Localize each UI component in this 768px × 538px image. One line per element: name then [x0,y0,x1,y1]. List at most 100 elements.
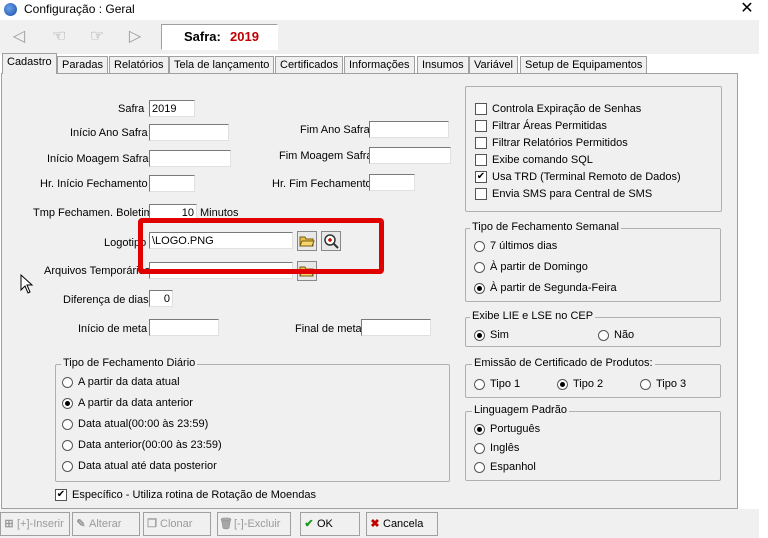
inicio-de-meta-input[interactable] [149,319,219,336]
fechamento-diario-radio-5[interactable] [62,461,73,472]
linguagem-radio-portugues[interactable] [474,424,485,435]
linguagem-title: Linguagem Padrão [472,404,569,416]
linguagem-option-ingles: Inglês [490,442,520,454]
fechamento-semanal-title: Tipo de Fechamento Semanal [470,221,621,233]
fechamento-diario-radio-1[interactable] [62,377,73,388]
fechamento-diario-option-2: A partir da data anterior [78,397,193,409]
trash-icon: 🗑 [219,518,233,530]
emissao-certificado-radio-3[interactable] [640,379,651,390]
linguagem-radio-ingles[interactable] [474,443,485,454]
inserir-button-label: [+]-Inserir [17,518,64,530]
fechamento-semanal-option-1: 7 últimos dias [490,240,558,252]
especifico-label: Específico - Utiliza rotina de Rotação d… [72,489,316,501]
hr-inicio-fechamento-input[interactable] [149,175,195,192]
toolbar [0,20,768,54]
cancel-x-icon: ✖ [370,518,380,530]
fechamento-diario-radio-2[interactable] [62,398,73,409]
emissao-certificado-radio-2[interactable] [557,379,568,390]
app-icon [4,3,17,16]
edit-icon: ✎ [76,518,86,530]
final-de-meta-input[interactable] [361,319,431,336]
tab-certificados[interactable]: Certificados [275,56,344,74]
checkbox-label-controla-expiracao: Controla Expiração de Senhas [492,103,642,115]
clonar-button-label: Clonar [160,518,193,530]
tab-relatorios[interactable]: Relatórios [109,56,169,74]
emissao-certificado-radio-1[interactable] [474,379,485,390]
checkbox-label-envia-sms: Envia SMS para Central de SMS [492,188,653,200]
checkbox-filtrar-relatorios[interactable] [475,137,487,149]
tab-paradas[interactable]: Paradas [57,56,108,74]
inicio-moagem-safra-input[interactable] [149,150,231,167]
checkbox-envia-sms[interactable] [475,188,487,200]
fim-ano-safra-label: Fim Ano Safra [300,124,370,136]
exibe-lie-title: Exibe LIE e LSE no CEP [470,310,596,322]
alterar-button[interactable]: ✎ Alterar [72,512,140,536]
alterar-button-label: Alterar [89,518,122,530]
checkbox-controla-expiracao[interactable] [475,103,487,115]
checkbox-label-filtrar-relatorios: Filtrar Relatórios Permitidos [492,137,628,149]
linguagem-radio-espanhol[interactable] [474,462,485,473]
fechamento-semanal-radio-2[interactable] [474,262,485,273]
safra-input[interactable]: 2019 [149,100,195,117]
fechamento-semanal-option-3: À partir de Segunda-Feira [490,282,617,294]
fechamento-diario-option-5: Data atual até data posterior [78,460,217,472]
ok-button[interactable]: ✔ OK [300,512,360,536]
arquivos-temporarios-label: Arquivos Temporários [44,265,151,277]
fim-ano-safra-input[interactable] [369,121,449,138]
checkbox-filtrar-areas[interactable] [475,120,487,132]
fechamento-diario-radio-4[interactable] [62,440,73,451]
inserir-button[interactable]: ⊞ [+]-Inserir [0,512,70,536]
inicio-ano-safra-input[interactable] [149,124,229,141]
linguagem-option-espanhol: Espanhol [490,461,536,473]
fechamento-diario-radio-3[interactable] [62,419,73,430]
fechamento-semanal-radio-3[interactable] [474,283,485,294]
linguagem-option-portugues: Português [490,423,541,435]
previous-record-icon[interactable]: ☜ [46,26,72,48]
exibe-lie-option-sim: Sim [490,329,509,341]
inicio-moagem-safra-label: Início Moagem Safra [47,153,149,165]
logotipo-highlight [138,218,384,274]
clone-icon: ❐ [147,518,157,530]
tab-variavel[interactable]: Variável [469,56,518,74]
exibe-lie-radio-sim[interactable] [474,330,485,341]
diferenca-de-dias-label: Diferença de dias [63,294,149,306]
emissao-certificado-title: Emissão de Certificado de Produtos: [472,357,655,369]
ok-button-label: OK [317,518,333,530]
fechamento-diario-option-3: Data atual(00:00 às 23:59) [78,418,209,430]
tab-informacoes[interactable]: Informações [344,56,415,74]
background-window-edge [759,20,768,538]
cancela-button[interactable]: ✖ Cancela [366,512,438,536]
inicio-ano-safra-label: Início Ano Safra [70,127,148,139]
tab-setup-de-equipamentos[interactable]: Setup de Equipamentos [520,56,648,74]
final-de-meta-label: Final de meta [295,323,362,335]
tab-tela-de-lancamento[interactable]: Tela de lançamento [169,56,275,74]
fechamento-diario-title: Tipo de Fechamento Diário [61,357,198,369]
exibe-lie-option-nao: Não [614,329,635,341]
fim-moagem-safra-label: Fim Moagem Safra [279,150,373,162]
safra-display-value: 2019 [230,29,259,44]
tab-insumos[interactable]: Insumos [417,56,469,74]
insert-icon: ⊞ [4,518,14,530]
emissao-certificado-option-3: Tipo 3 [656,378,687,390]
checkbox-label-usa-trd: Usa TRD (Terminal Remoto de Dados) [492,171,681,183]
diferenca-de-dias-input[interactable]: 0 [149,290,173,307]
cancela-button-label: Cancela [383,518,424,530]
hr-fim-fechamento-input[interactable] [369,174,415,191]
excluir-button[interactable]: 🗑[-]-Excluir [217,512,291,536]
next-record-icon[interactable]: ☞ [84,26,110,48]
tmp-fechamento-label: Tmp Fechamen. Boletim [33,207,153,219]
close-icon[interactable]: ✕ [736,0,758,19]
tab-cadastro[interactable]: Cadastro [2,53,57,74]
clonar-button[interactable]: ❐ Clonar [143,512,211,536]
check-icon: ✔ [304,518,314,530]
first-record-icon[interactable]: ◁ [6,26,32,48]
checkbox-exibe-sql[interactable] [475,154,487,166]
especifico-checkbox[interactable]: ✔ [55,489,67,501]
exibe-lie-radio-nao[interactable] [598,330,609,341]
last-record-icon[interactable]: ▷ [122,26,148,48]
checkbox-usa-trd[interactable]: ✔ [475,171,487,183]
fechamento-diario-option-1: A partir da data atual [78,376,180,388]
inicio-de-meta-label: Início de meta [78,323,148,335]
fechamento-semanal-radio-1[interactable] [474,241,485,252]
fim-moagem-safra-input[interactable] [369,147,451,164]
